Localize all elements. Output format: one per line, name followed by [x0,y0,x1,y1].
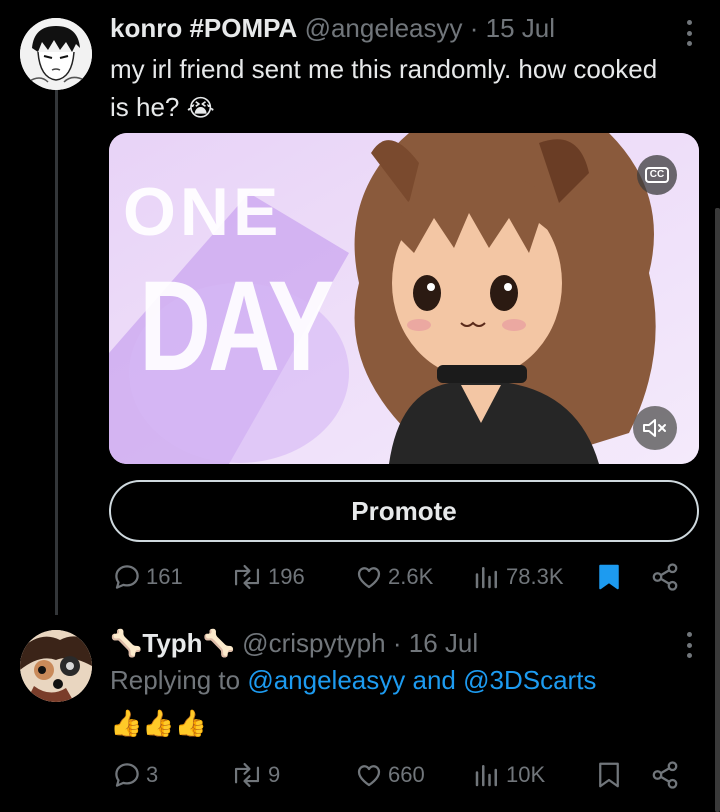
reply-button[interactable]: 161 [112,560,183,594]
reply-text: 👍👍👍 [110,708,208,738]
like-button[interactable]: 2.6K [354,560,433,594]
bookmark-filled-icon [599,564,619,590]
views-button[interactable]: 10K [472,758,545,792]
mention-link[interactable]: @angeleasyy [247,665,405,695]
tweet-actions: 161 196 2.6K 78.3K [108,560,688,594]
tweet-text: my irl friend sent me this randomly. how… [110,50,670,128]
repost-button[interactable]: 9 [230,758,280,792]
reply-icon [115,565,139,589]
avatar[interactable] [20,18,92,90]
display-name[interactable]: 🦴Typh🦴 [110,628,235,658]
loudly-crying-emoji: 😭 [186,95,215,122]
view-count: 10K [506,762,546,787]
analytics-icon [475,567,497,589]
video-title-one: ONE [123,174,283,250]
timestamp[interactable]: 16 Jul [409,628,478,658]
reply-count: 3 [146,762,159,787]
views-button[interactable]: 78.3K [472,560,564,594]
bone-emoji: 🦴 [110,628,143,658]
repost-count: 9 [268,762,281,787]
replying-joiner: and [412,665,456,695]
like-button[interactable]: 660 [354,758,425,792]
share-button[interactable] [650,758,680,792]
repost-icon [234,564,260,590]
promote-button[interactable]: Promote [109,480,699,542]
speaker-muted-icon [643,419,666,437]
separator: · [392,628,402,658]
heart-icon [357,567,381,589]
like-count: 2.6K [388,564,434,589]
cc-icon: CC [644,167,670,183]
share-button[interactable] [650,560,680,594]
view-count: 78.3K [506,564,564,589]
heart-icon [357,765,381,787]
like-count: 660 [388,762,425,787]
display-name[interactable]: konro #POMPA [110,13,297,43]
replying-to-line: Replying to @angeleasyy and @3DScarts [110,664,596,696]
more-options-icon[interactable] [686,632,692,658]
handle[interactable]: @angeleasyy [305,13,463,43]
reply-actions: 3 9 660 10K [108,758,688,792]
video-player[interactable]: ONE DAY CC [109,133,699,464]
timestamp[interactable]: 15 Jul [486,13,555,43]
mention-link[interactable]: @3DScarts [463,665,596,695]
reply-button[interactable]: 3 [112,758,158,792]
bookmark-icon [599,762,619,788]
display-name-text: Typh [142,628,203,658]
bookmark-button[interactable] [594,758,624,792]
tweet-header: konro #POMPA @angeleasyy · 15 Jul [110,12,555,44]
separator: · [469,13,479,43]
video-title-day: DAY [139,255,334,398]
repost-icon [234,762,260,788]
scrollbar[interactable] [715,208,720,812]
thread-line [55,90,58,615]
reply-icon [115,763,139,787]
repost-count: 196 [268,564,305,589]
avatar-image [20,18,92,90]
reply-header: 🦴Typh🦴 @crispytyph · 16 Jul [110,627,478,659]
closed-captions-button[interactable]: CC [637,155,677,195]
repost-button[interactable]: 196 [230,560,305,594]
bone-emoji: 🦴 [202,628,235,658]
more-options-icon[interactable] [686,20,692,46]
avatar-image [20,630,92,702]
bookmark-button[interactable] [594,560,624,594]
share-icon [652,761,678,789]
replying-prefix: Replying to [110,665,241,695]
unmute-button[interactable] [633,406,677,450]
avatar[interactable] [20,630,92,702]
reply-count: 161 [146,564,183,589]
analytics-icon [475,765,497,787]
share-icon [652,563,678,591]
handle[interactable]: @crispytyph [242,628,385,658]
